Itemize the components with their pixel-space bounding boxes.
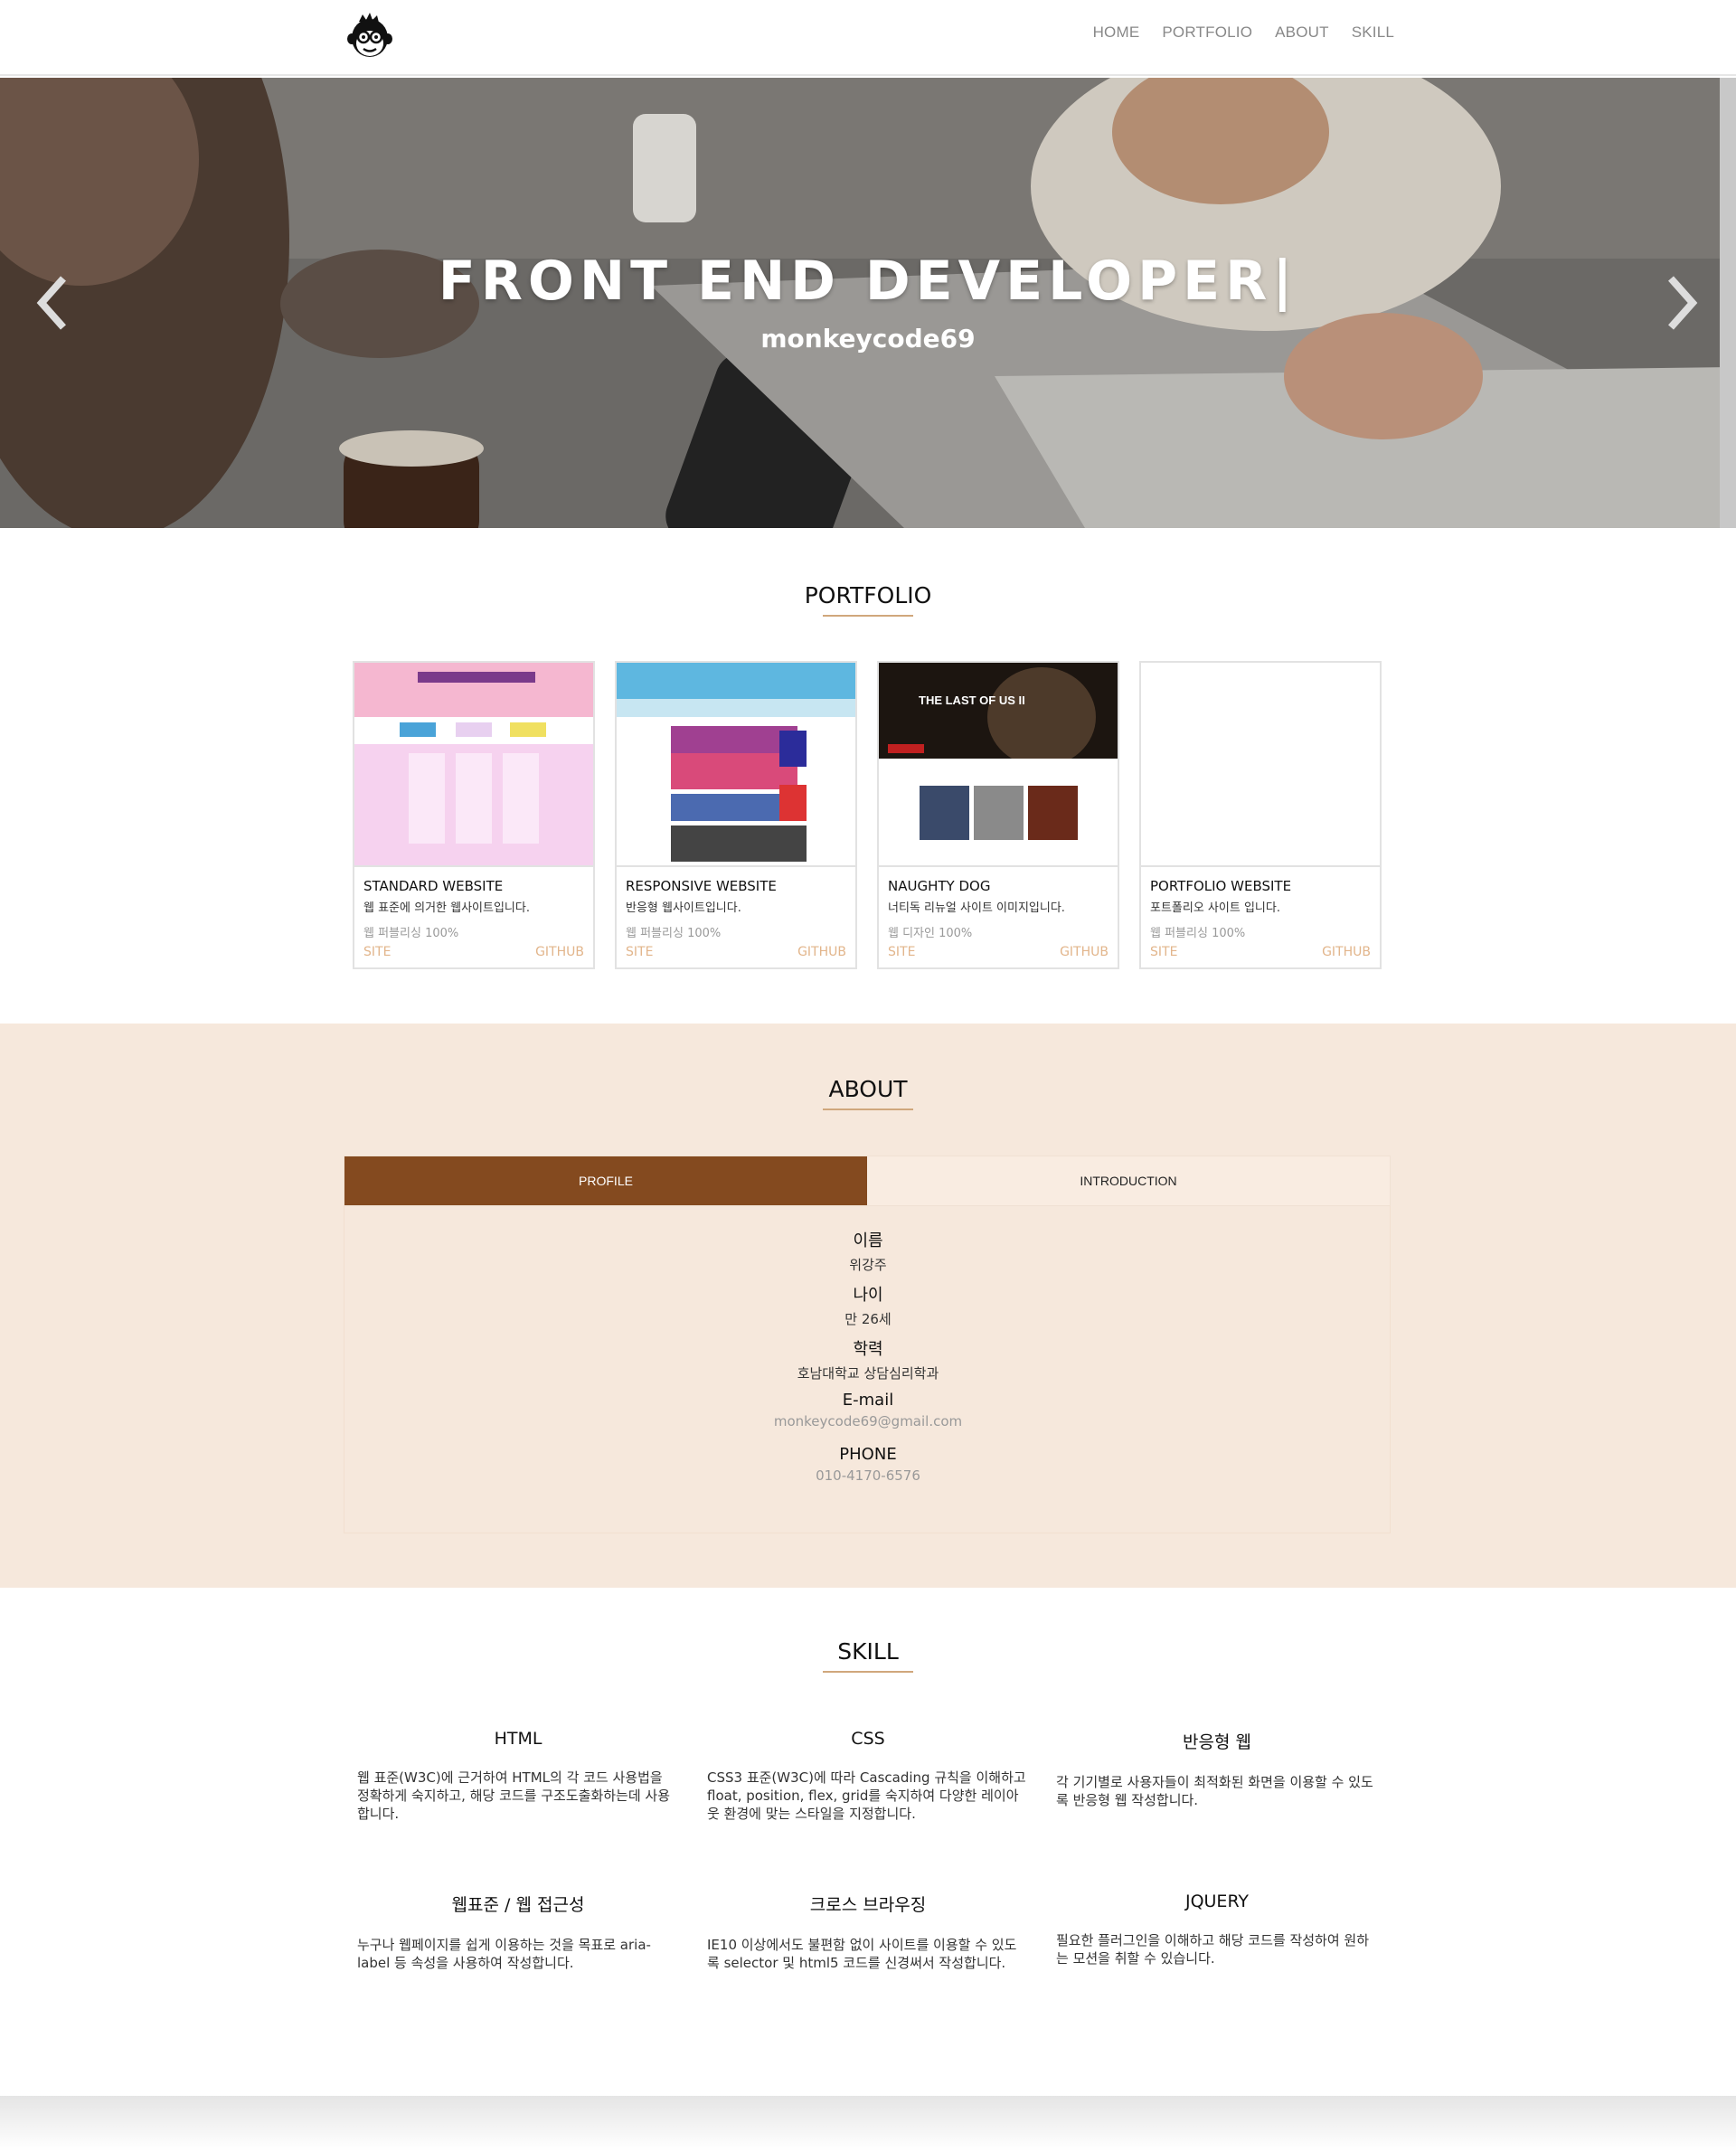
skill-item: 크로스 브라우징 IE10 이상에서도 불편함 없이 사이트를 이용할 수 있도… [707, 1892, 1029, 1972]
skill-item: 반응형 웹 각 기기별로 사용자들이 최적화된 화면을 이용할 수 있도록 반응… [1056, 1729, 1378, 1809]
profile-phone-value: 010-4170-6576 [816, 1467, 920, 1484]
skill-item: CSS CSS3 표준(W3C)에 따라 Cascading 규칙을 이해하고 … [707, 1729, 1029, 1823]
portfolio-card[interactable]: PORTFOLIO WEBSITE 포트폴리오 사이트 입니다. 웹 퍼블리싱 … [1139, 661, 1382, 969]
card-rate: 웹 디자인 100% [888, 927, 973, 940]
profile-value: 만 26세 [844, 1311, 892, 1327]
profile-age: 나이 만 26세 [344, 1282, 1392, 1328]
card-github-link[interactable]: GITHUB [1322, 945, 1371, 959]
prev-slide-arrow-icon[interactable] [31, 271, 76, 335]
portfolio-heading-underline [823, 615, 913, 617]
skill-heading-underline [823, 1671, 913, 1673]
nav-home[interactable]: HOME [1093, 24, 1140, 42]
portfolio-thumbnail [617, 663, 855, 867]
profile-education: 학력 호남대학교 상담심리학과 [344, 1336, 1392, 1382]
portfolio-heading: PORTFOLIO [804, 582, 932, 609]
hero-title: FRONT END DEVELOPER| [438, 250, 1298, 313]
portfolio-card[interactable]: RESPONSIVE WEBSITE 반응형 웹사이트입니다. 웹 퍼블리싱 1… [615, 661, 857, 969]
card-github-link[interactable]: GITHUB [1060, 945, 1109, 959]
skill-title: 웹표준 / 웹 접근성 [451, 1895, 585, 1915]
profile-value: 호남대학교 상담심리학과 [797, 1365, 939, 1382]
footer-shadow [0, 2096, 1736, 2151]
site-header: HOME PORTFOLIO ABOUT SKILL [0, 0, 1736, 76]
card-site-link[interactable]: SITE [363, 945, 391, 959]
main-nav: HOME PORTFOLIO ABOUT SKILL [1093, 24, 1394, 42]
card-rate: 웹 퍼블리싱 100% [1150, 927, 1246, 940]
skill-heading: SKILL [837, 1638, 899, 1665]
card-title: NAUGHTY DOG [888, 878, 991, 894]
tab-profile[interactable]: PROFILE [344, 1156, 867, 1205]
skill-title: HTML [494, 1729, 542, 1749]
skill-description: 각 기기별로 사용자들이 최적화된 화면을 이용할 수 있도록 반응형 웹 작성… [1056, 1774, 1373, 1808]
about-tabs: PROFILE INTRODUCTION [344, 1156, 1391, 1206]
card-description: 너티독 리뉴얼 사이트 이미지입니다. [888, 901, 1065, 915]
skill-item: 웹표준 / 웹 접근성 누구나 웹페이지를 쉽게 이용하는 것을 목표로 ari… [357, 1892, 679, 1972]
profile-label: 이름 [853, 1231, 883, 1250]
skill-description: CSS3 표준(W3C)에 따라 Cascading 규칙을 이해하고 floa… [707, 1769, 1026, 1822]
card-title: PORTFOLIO WEBSITE [1150, 878, 1292, 894]
card-description: 포트폴리오 사이트 입니다. [1150, 901, 1280, 915]
portfolio-thumbnail [1141, 663, 1380, 867]
profile-label: E-mail [842, 1391, 894, 1410]
card-site-link[interactable]: SITE [626, 945, 653, 959]
page-scrollbar[interactable] [1720, 78, 1736, 528]
skill-description: 누구나 웹페이지를 쉽게 이용하는 것을 목표로 aria-label 등 속성… [357, 1937, 651, 1971]
hero-subtitle: monkeycode69 [760, 324, 976, 354]
card-site-link[interactable]: SITE [888, 945, 915, 959]
portfolio-thumbnail [354, 663, 593, 867]
about-heading-underline [823, 1109, 913, 1110]
card-title: STANDARD WEBSITE [363, 878, 504, 894]
card-title: RESPONSIVE WEBSITE [626, 878, 777, 894]
skill-title: 반응형 웹 [1183, 1732, 1251, 1752]
thumbnail-caption: THE LAST OF US II [919, 693, 1025, 707]
nav-about[interactable]: ABOUT [1275, 24, 1329, 42]
tab-introduction[interactable]: INTRODUCTION [867, 1156, 1390, 1205]
card-description: 웹 표준에 의거한 웹사이트입니다. [363, 901, 530, 915]
next-slide-arrow-icon[interactable] [1658, 271, 1703, 335]
card-rate: 웹 퍼블리싱 100% [363, 927, 459, 940]
about-heading: ABOUT [828, 1076, 908, 1102]
card-github-link[interactable]: GITHUB [797, 945, 846, 959]
skill-title: CSS [851, 1729, 885, 1749]
portfolio-thumbnail: THE LAST OF US II [879, 663, 1118, 867]
profile-label: 나이 [853, 1286, 883, 1305]
skill-description: 필요한 플러그인을 이해하고 해당 코드를 작성하여 원하는 모션을 취할 수 … [1056, 1932, 1370, 1967]
portfolio-card[interactable]: THE LAST OF US II NAUGHTY DOG 너티독 리뉴얼 사이… [877, 661, 1119, 969]
card-github-link[interactable]: GITHUB [535, 945, 584, 959]
skill-title: 크로스 브라우징 [809, 1895, 927, 1915]
portfolio-card[interactable]: STANDARD WEBSITE 웹 표준에 의거한 웹사이트입니다. 웹 퍼블… [353, 661, 595, 969]
monkey-logo-icon[interactable] [346, 11, 393, 61]
portfolio-cards: STANDARD WEBSITE 웹 표준에 의거한 웹사이트입니다. 웹 퍼블… [353, 661, 1382, 969]
hero-slider: FRONT END DEVELOPER| monkeycode69 [0, 78, 1736, 528]
skill-description: IE10 이상에서도 불편함 없이 사이트를 이용할 수 있도록 selecto… [707, 1937, 1017, 1971]
skill-title: JQUERY [1184, 1892, 1250, 1911]
profile-panel: 이름 위강주 나이 만 26세 학력 호남대학교 상담심리학과 E-mail m… [344, 1206, 1391, 1533]
profile-value: 위강주 [849, 1257, 887, 1273]
card-site-link[interactable]: SITE [1150, 945, 1177, 959]
nav-portfolio[interactable]: PORTFOLIO [1162, 24, 1252, 42]
skill-description: 웹 표준(W3C)에 근거하여 HTML의 각 코드 사용법을 정확하게 숙지하… [357, 1769, 671, 1822]
card-description: 반응형 웹사이트입니다. [626, 901, 741, 915]
card-rate: 웹 퍼블리싱 100% [626, 927, 722, 940]
profile-label: 학력 [853, 1340, 883, 1359]
profile-label: PHONE [839, 1445, 897, 1464]
nav-skill[interactable]: SKILL [1352, 24, 1394, 42]
profile-email: E-mail monkeycode69@gmail.com [344, 1391, 1392, 1429]
skill-item: JQUERY 필요한 플러그인을 이해하고 해당 코드를 작성하여 원하는 모션… [1056, 1892, 1378, 1967]
profile-phone: PHONE 010-4170-6576 [344, 1445, 1392, 1484]
profile-email-link[interactable]: monkeycode69@gmail.com [344, 1413, 1392, 1429]
profile-name: 이름 위강주 [344, 1228, 1392, 1274]
skill-item: HTML 웹 표준(W3C)에 근거하여 HTML의 각 코드 사용법을 정확하… [357, 1729, 679, 1823]
